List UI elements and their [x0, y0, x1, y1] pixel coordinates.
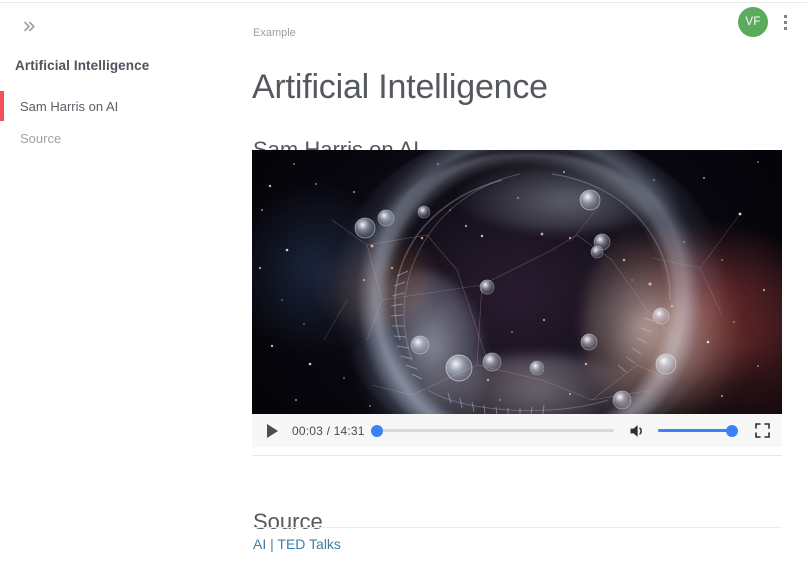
- volume-medium-icon[interactable]: [626, 419, 650, 443]
- chevron-double-right-icon: [23, 21, 35, 31]
- section-heading-source: Source: [253, 509, 323, 535]
- page-title: Artificial Intelligence: [252, 67, 548, 106]
- video-network-overlay: [258, 161, 766, 414]
- video-controls-bar: 00:03 / 14:31: [252, 414, 782, 447]
- more-vertical-icon[interactable]: [774, 7, 796, 37]
- fullscreen-icon[interactable]: [752, 421, 772, 441]
- sidebar-item-label: Source: [20, 130, 62, 146]
- video-stage[interactable]: [252, 150, 782, 414]
- video-player[interactable]: 00:03 / 14:31: [252, 150, 782, 447]
- volume-slider[interactable]: [658, 422, 738, 440]
- avatar-initials: VF: [745, 16, 761, 28]
- speaker-glyph: [630, 424, 642, 437]
- header-actions: VF: [738, 7, 796, 37]
- progress-slider[interactable]: [371, 422, 614, 440]
- source-divider: [252, 527, 782, 528]
- sidebar-expand-icon[interactable]: [16, 14, 42, 38]
- main-content: VF Example Artificial Intelligence Sam H…: [240, 3, 807, 561]
- volume-fill: [658, 429, 732, 432]
- dot: [783, 20, 787, 24]
- dot: [783, 26, 787, 30]
- fullscreen-glyph: [754, 423, 770, 438]
- avatar[interactable]: VF: [738, 7, 768, 37]
- sidebar-item-source[interactable]: Source: [0, 123, 240, 153]
- time-display: 00:03 / 14:31: [292, 423, 365, 438]
- progress-track: [376, 429, 614, 432]
- sidebar-title: Artificial Intelligence: [15, 58, 150, 73]
- source-link[interactable]: AI | TED Talks: [253, 536, 341, 552]
- progress-thumb[interactable]: [371, 424, 384, 437]
- section-divider: [252, 455, 782, 456]
- sidebar-item-label: Sam Harris on AI: [20, 98, 119, 114]
- volume-thumb[interactable]: [725, 424, 738, 437]
- sidebar-nav: Sam Harris on AI Source: [0, 91, 240, 155]
- play-triangle: [266, 423, 278, 438]
- sidebar-item-sam-harris-on-ai[interactable]: Sam Harris on AI: [0, 91, 240, 121]
- sidebar: Artificial Intelligence Sam Harris on AI…: [0, 3, 240, 561]
- breadcrumb[interactable]: Example: [253, 27, 296, 39]
- play-icon[interactable]: [260, 419, 284, 443]
- dot: [783, 14, 787, 18]
